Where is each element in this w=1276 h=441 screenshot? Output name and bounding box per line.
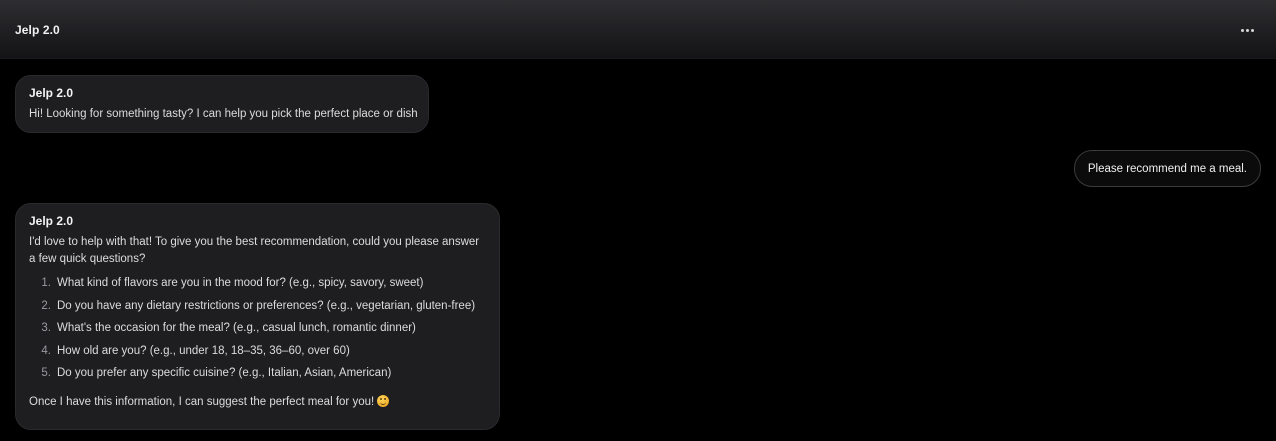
question-number: 4. [41, 344, 51, 357]
chat-app: Jelp 2.0 Jelp 2.0 Hi! Looking for someth… [0, 0, 1276, 441]
outro-text: Once I have this information, I can sugg… [29, 395, 375, 408]
sender-name: Jelp 2.0 [29, 86, 74, 100]
assistant-message: Jelp 2.0 I'd love to help with that! To … [15, 203, 500, 430]
app-title: Jelp 2.0 [15, 23, 60, 37]
message-text: Please recommend me a meal. [1087, 162, 1247, 175]
question-number: 3. [41, 322, 51, 334]
sender-name: Jelp 2.0 [29, 214, 74, 228]
more-options-button[interactable] [1234, 21, 1260, 39]
message-outro: Once I have this information, I can sugg… [29, 394, 487, 411]
message-text: Hi! Looking for something tasty? I can h… [29, 108, 418, 120]
question-text: How old are you? (e.g., under 18, 18–35,… [57, 344, 350, 357]
message-intro: I'd love to help with that! To give you … [29, 236, 480, 265]
question-list: 1. What kind of flavors are you in the m… [29, 275, 487, 388]
header-bar: Jelp 2.0 [0, 0, 1276, 59]
question-item: 5. Do you prefer any specific cuisine? (… [29, 365, 487, 388]
question-text: What's the occasion for the meal? (e.g.,… [57, 322, 416, 334]
question-text: What kind of flavors are you in the mood… [57, 277, 424, 289]
question-item: 3. What's the occasion for the meal? (e.… [29, 320, 487, 343]
question-text: Do you prefer any specific cuisine? (e.g… [57, 367, 392, 379]
question-number: 5. [41, 367, 51, 379]
question-item: 2. Do you have any dietary restrictions … [29, 298, 487, 321]
question-item: 1. What kind of flavors are you in the m… [29, 275, 487, 298]
more-horizontal-icon [1245, 28, 1249, 32]
question-item: 4. How old are you? (e.g., under 18, 18–… [29, 343, 487, 366]
assistant-message: Jelp 2.0 Hi! Looking for something tasty… [15, 75, 429, 133]
user-message: Please recommend me a meal. [1073, 150, 1261, 187]
more-horizontal-icon [1250, 28, 1254, 32]
question-number: 1. [41, 277, 51, 289]
question-text: Do you have any dietary restrictions or … [57, 299, 476, 312]
smiling-face-emoji-icon [377, 394, 390, 407]
question-number: 2. [41, 299, 51, 312]
more-horizontal-icon [1240, 28, 1244, 32]
